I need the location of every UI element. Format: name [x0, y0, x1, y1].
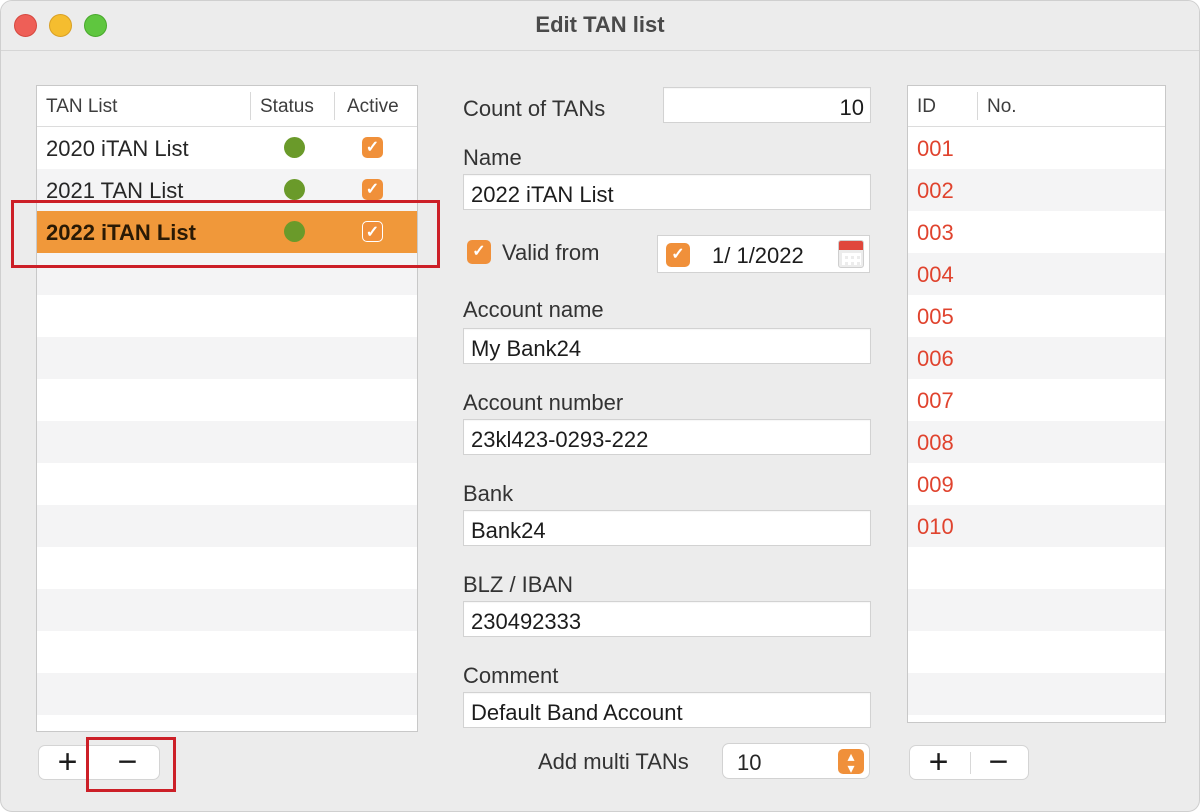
- table-row[interactable]: 004: [908, 253, 1165, 295]
- table-row[interactable]: 008: [908, 421, 1165, 463]
- tan-id: 008: [917, 430, 954, 455]
- empty-row: [908, 589, 1165, 631]
- tan-list-header: TAN List Status Active: [37, 86, 417, 127]
- table-row[interactable]: 001: [908, 127, 1165, 169]
- blz-iban-field[interactable]: 230492333: [463, 601, 871, 637]
- table-row[interactable]: 2020 iTAN List ✓: [37, 127, 417, 169]
- comment-field[interactable]: Default Band Account: [463, 692, 871, 728]
- empty-row: [37, 463, 417, 505]
- tan-numbers-rows: 001 002 003 004 005 006 007 008 009 010: [908, 127, 1165, 715]
- valid-from-label: Valid from: [502, 240, 600, 265]
- table-row[interactable]: 007: [908, 379, 1165, 421]
- tan-id: 009: [917, 472, 954, 497]
- table-row[interactable]: 009: [908, 463, 1165, 505]
- account-name-field[interactable]: My Bank24: [463, 328, 871, 364]
- add-multi-tans-select[interactable]: 10 ▴ ▾: [722, 743, 870, 779]
- empty-row: [37, 505, 417, 547]
- column-header-active[interactable]: Active: [347, 96, 399, 118]
- active-checkbox[interactable]: ✓: [362, 179, 383, 200]
- add-tan-button[interactable]: +: [916, 745, 961, 779]
- tan-numbers-header: ID No.: [908, 86, 1165, 127]
- table-row[interactable]: 002: [908, 169, 1165, 211]
- tan-id: 010: [917, 514, 954, 539]
- selected-row-highlight: [11, 200, 440, 268]
- tan-numbers-table: ID No. 001 002 003 004 005 006 007 008 0…: [907, 85, 1166, 723]
- tan-id: 002: [917, 178, 954, 203]
- empty-row: [37, 631, 417, 673]
- status-indicator-icon: [284, 137, 305, 158]
- tan-numbers-add-remove-control: + −: [909, 745, 1029, 780]
- column-separator: [334, 92, 335, 120]
- add-tan-list-button[interactable]: +: [45, 745, 90, 779]
- count-of-tans-field[interactable]: 10: [663, 87, 871, 123]
- date-enabled-checkbox[interactable]: ✓: [666, 243, 690, 267]
- empty-row: [37, 379, 417, 421]
- tan-list-name: 2020 iTAN List: [46, 136, 189, 161]
- empty-row: [37, 547, 417, 589]
- column-header-status[interactable]: Status: [260, 96, 314, 118]
- active-checkbox[interactable]: ✓: [362, 137, 383, 158]
- add-multi-tans-value: 10: [737, 750, 762, 775]
- name-label: Name: [463, 145, 522, 170]
- remove-button-highlight: [86, 737, 176, 792]
- column-header-id[interactable]: ID: [917, 96, 936, 118]
- account-name-label: Account name: [463, 297, 604, 322]
- empty-row: [37, 337, 417, 379]
- tan-id: 006: [917, 346, 954, 371]
- tan-id: 004: [917, 262, 954, 287]
- tan-id: 001: [917, 136, 954, 161]
- table-row[interactable]: 003: [908, 211, 1165, 253]
- empty-row: [37, 673, 417, 715]
- blz-iban-label: BLZ / IBAN: [463, 572, 574, 597]
- empty-row: [37, 421, 417, 463]
- tan-id: 005: [917, 304, 954, 329]
- chevron-up-down-icon[interactable]: ▴ ▾: [838, 749, 864, 775]
- empty-row: [37, 715, 417, 731]
- status-indicator-icon: [284, 179, 305, 200]
- tan-id: 003: [917, 220, 954, 245]
- column-separator: [977, 92, 978, 120]
- bank-field[interactable]: Bank24: [463, 510, 871, 546]
- title-bar: Edit TAN list: [1, 1, 1199, 51]
- calendar-icon[interactable]: [838, 240, 864, 268]
- column-header-no[interactable]: No.: [987, 96, 1017, 118]
- empty-row: [908, 673, 1165, 715]
- bank-label: Bank: [463, 481, 514, 506]
- tan-list-table: TAN List Status Active 2020 iTAN List ✓ …: [36, 85, 418, 732]
- table-row[interactable]: 010: [908, 505, 1165, 547]
- empty-row: [37, 589, 417, 631]
- account-number-field[interactable]: 23kl423-0293-222: [463, 419, 871, 455]
- valid-from-date[interactable]: 1/ 1/2022: [712, 243, 804, 269]
- column-separator: [250, 92, 251, 120]
- empty-row: [908, 631, 1165, 673]
- add-multi-tans-label: Add multi TANs: [538, 749, 689, 774]
- count-of-tans-label: Count of TANs: [463, 96, 606, 121]
- empty-row: [908, 547, 1165, 589]
- segment-divider: [970, 752, 971, 774]
- column-header-tan-list[interactable]: TAN List: [46, 96, 117, 118]
- table-row[interactable]: 005: [908, 295, 1165, 337]
- empty-row: [37, 295, 417, 337]
- account-number-label: Account number: [463, 390, 624, 415]
- comment-label: Comment: [463, 663, 559, 688]
- valid-from-date-picker[interactable]: ✓ 1/ 1/2022: [657, 235, 870, 273]
- edit-tan-list-window: Edit TAN list TAN List Status Active 202…: [0, 0, 1200, 812]
- table-row[interactable]: 006: [908, 337, 1165, 379]
- name-field[interactable]: 2022 iTAN List: [463, 174, 871, 210]
- remove-tan-button[interactable]: −: [976, 745, 1021, 779]
- tan-id: 007: [917, 388, 954, 413]
- valid-from-checkbox[interactable]: ✓: [467, 240, 491, 264]
- window-title: Edit TAN list: [535, 12, 665, 37]
